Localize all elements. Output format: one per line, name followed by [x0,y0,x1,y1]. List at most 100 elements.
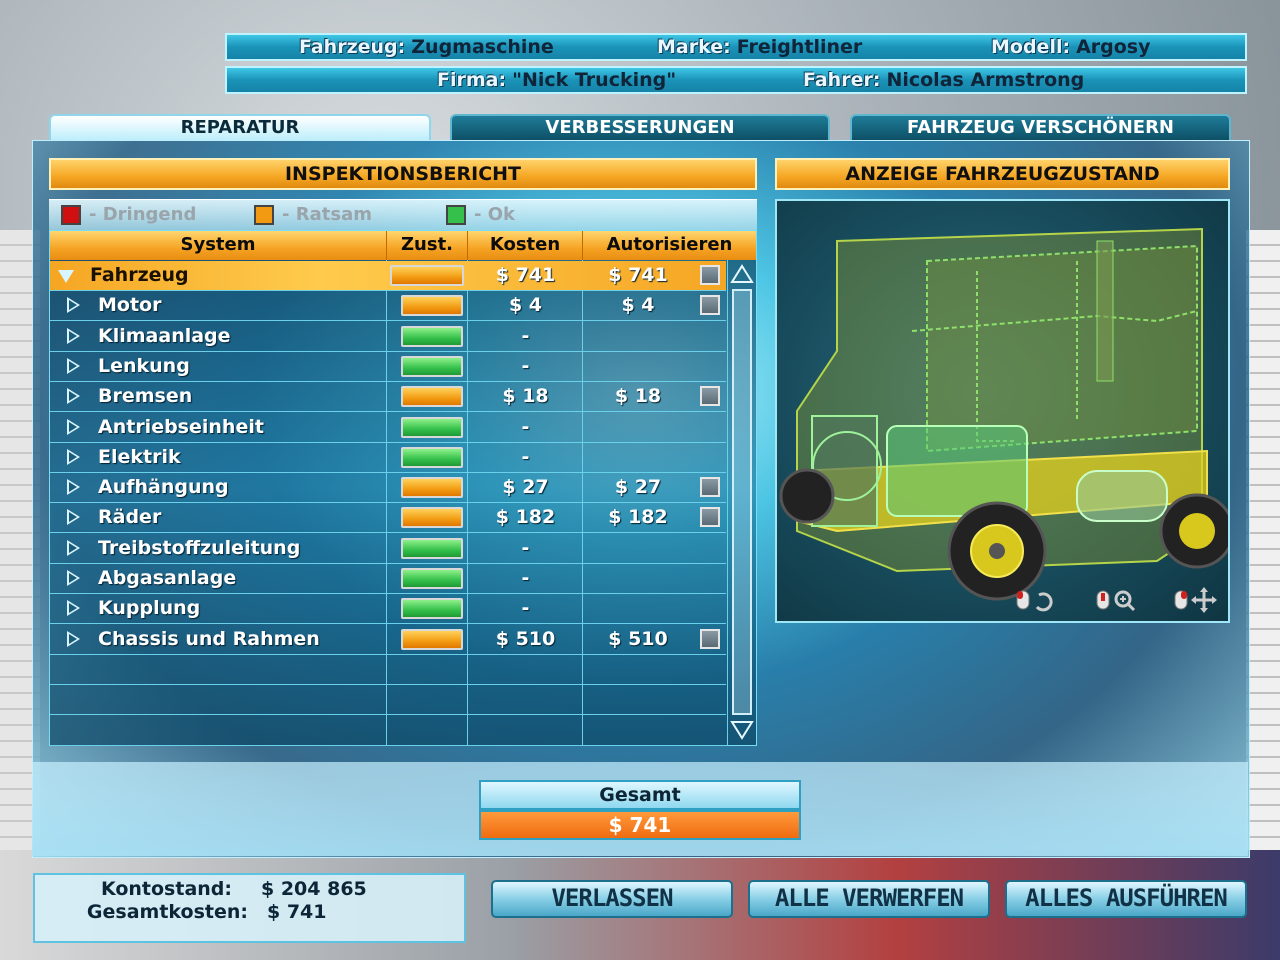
scroll-up-icon[interactable] [730,263,754,285]
expand-right-icon[interactable] [67,509,80,526]
authorize-value [583,564,693,593]
authorize-value: $ 4 [621,294,655,317]
cost-value: $ 510 [495,627,556,650]
driver-label: Fahrer: [803,69,881,91]
table-row[interactable]: Bremsen $ 18 $ 18 [50,382,726,413]
mouse-zoom-icon [1096,590,1136,612]
condition-title: ANZEIGE FAHRZEUGZUSTAND [775,158,1230,190]
column-system: System [50,231,387,260]
model-value: Argosy [1076,36,1151,58]
expand-right-icon[interactable] [67,539,80,556]
leave-button[interactable]: VERLASSEN [491,880,733,918]
status-indicator [401,537,463,559]
status-indicator [401,477,463,499]
authorize-value: $ 27 [614,476,662,499]
status-indicator [401,355,463,377]
authorize-value [583,443,693,472]
authorize-value: $ 741 [608,264,668,286]
tab-reparatur[interactable]: REPARATUR [49,114,431,140]
expand-right-icon[interactable] [67,570,80,586]
legend-advisable: - Ratsam [282,204,372,225]
authorize-checkbox[interactable] [700,386,720,407]
expand-right-icon[interactable] [67,479,80,496]
table-row[interactable]: Fahrzeug $ 741 $ 741 [50,261,726,291]
table-row[interactable]: Treibstoffzuleitung - [50,534,726,564]
expand-right-icon[interactable] [67,600,80,617]
total-cost-value: $ 741 [267,901,327,923]
empty-row [50,685,726,716]
system-name: Klimaanlage [98,324,231,347]
expand-right-icon[interactable] [67,297,80,314]
truck-condition-view[interactable] [775,199,1230,623]
total-value: $ 741 [479,810,801,840]
cost-value: - [521,324,530,347]
authorize-value: $ 182 [608,506,668,529]
vehicle-value: Zugmaschine [411,36,554,58]
scroll-track[interactable] [732,289,752,715]
system-name: Antriebseinheit [98,415,264,438]
total-label: Gesamt [479,780,801,810]
legend-urgent: - Dringend [89,204,197,225]
legend-ok: - Ok [474,204,516,225]
status-indicator [401,598,463,620]
authorize-checkbox[interactable] [700,477,720,498]
table-header: System Zust. Kosten Autorisieren [50,231,756,260]
cost-value: - [521,536,530,559]
expand-down-icon[interactable] [58,270,74,283]
expand-right-icon[interactable] [67,630,80,647]
table-row[interactable]: Kupplung - [50,594,726,625]
authorize-checkbox[interactable] [700,295,720,316]
system-name: Fahrzeug [90,264,189,286]
status-indicator [401,416,463,438]
authorize-checkbox[interactable] [700,507,720,528]
status-indicator [401,507,463,529]
table-row[interactable]: Antriebseinheit - [50,413,726,443]
empty-row [50,655,726,685]
company-info-bar: Firma: "Nick Trucking" Fahrer: Nicolas Arm… [225,66,1247,94]
vehicle-info-bar: Fahrzeug: Zugmaschine Marke: Freightliner … [225,33,1247,61]
system-name: Abgasanlage [98,567,237,589]
table-row[interactable]: Chassis und Rahmen $ 510 $ 510 [50,625,726,655]
cost-value: $ 4 [508,294,543,317]
status-indicator [401,568,463,589]
scroll-down-icon[interactable] [730,719,754,741]
status-indicator [401,446,463,468]
cost-value: $ 741 [495,264,556,286]
execute-all-button[interactable]: ALLES AUSFÜHREN [1005,880,1247,918]
expand-right-icon[interactable] [67,357,80,374]
driver-value: Nicolas Armstrong [886,69,1085,91]
authorize-value [583,322,693,351]
cost-value: $ 27 [502,476,549,499]
table-row[interactable]: Abgasanlage - [50,564,726,594]
brand-value: Freightliner [736,36,863,58]
cost-value: $ 18 [502,385,549,408]
account-box: Kontostand: $ 204 865 Gesamtkosten: $ 74… [33,873,466,943]
brand-label: Marke: [657,36,731,58]
authorize-checkbox[interactable] [700,265,720,285]
expand-right-icon[interactable] [67,388,80,405]
inspection-title: INSPEKTIONSBERICHT [49,158,757,190]
table-row[interactable]: Elektrik - [50,443,726,473]
discard-all-button[interactable]: ALLE VERWERFEN [748,880,990,918]
empty-row [50,716,726,746]
status-legend: - Dringend - Ratsam - Ok [49,199,757,230]
balance-label: Kontostand: [100,878,232,900]
expand-right-icon[interactable] [67,327,80,344]
authorize-value [583,534,693,563]
table-row[interactable]: Räder $ 182 $ 182 [50,503,726,534]
expand-right-icon[interactable] [67,448,80,465]
authorize-checkbox[interactable] [700,628,720,649]
table-row[interactable]: Aufhängung $ 27 $ 27 [50,473,726,504]
table-row[interactable]: Motor $ 4 $ 4 [50,291,726,322]
tab-fahrzeug-verschoenern[interactable]: FAHRZEUG VERSCHÖNERN [850,114,1231,140]
table-scrollbar[interactable] [728,261,756,745]
expand-right-icon[interactable] [67,418,80,435]
authorize-value [583,594,693,623]
authorize-value: $ 18 [614,385,662,408]
tab-verbesserungen[interactable]: VERBESSERUNGEN [450,114,830,140]
table-row[interactable]: Lenkung - [50,352,726,382]
shelf-right [1246,230,1280,850]
table-row[interactable]: Klimaanlage - [50,322,726,352]
column-state: Zust. [387,231,468,260]
authorize-value: $ 510 [608,627,668,650]
